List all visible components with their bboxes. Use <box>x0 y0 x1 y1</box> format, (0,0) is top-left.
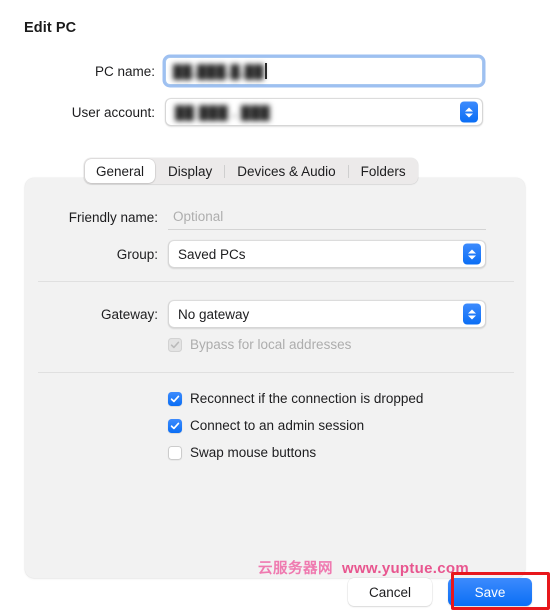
pc-name-value: ██.███.█.██ <box>173 63 265 79</box>
friendly-name-input[interactable] <box>168 205 486 230</box>
bypass-local-addresses-label: Bypass for local addresses <box>190 337 352 352</box>
tab-devices-audio[interactable]: Devices & Audio <box>225 158 347 184</box>
swap-mouse-buttons-checkbox-row[interactable]: Swap mouse buttons <box>168 445 316 460</box>
admin-session-label: Connect to an admin session <box>190 418 365 433</box>
page-title: Edit PC <box>24 20 77 36</box>
checkbox-unchecked-icon[interactable] <box>168 445 182 460</box>
pc-name-label: PC name: <box>94 63 155 79</box>
edit-pc-dialog: Edit PC PC name: ██.███.█.██ User accoun… <box>0 0 550 610</box>
pc-name-input[interactable]: ██.███.█.██ <box>165 57 483 85</box>
tab-folders[interactable]: Folders <box>349 158 418 184</box>
user-account-value: ██ ███ . ███ <box>175 104 271 120</box>
group-select[interactable]: Saved PCs <box>168 240 486 268</box>
friendly-name-row: Friendly name: <box>38 205 486 230</box>
panel-divider <box>38 281 514 282</box>
tab-display-label: Display <box>168 163 213 179</box>
checkbox-checked-icon[interactable] <box>168 391 182 406</box>
gateway-label: Gateway: <box>100 306 158 322</box>
watermark-url: www.yuptue.com <box>342 560 469 577</box>
reconnect-label: Reconnect if the connection is dropped <box>190 391 424 406</box>
tab-devices-audio-label: Devices & Audio <box>237 163 336 179</box>
group-value: Saved PCs <box>178 246 246 262</box>
tab-bar: General Display Devices & Audio Folders <box>84 158 418 184</box>
checkbox-checked-disabled-icon[interactable] <box>168 337 182 352</box>
admin-session-checkbox-row[interactable]: Connect to an admin session <box>168 418 364 433</box>
panel-divider <box>38 372 514 373</box>
tab-general[interactable]: General <box>85 159 156 183</box>
reconnect-checkbox-row[interactable]: Reconnect if the connection is dropped <box>168 391 423 406</box>
chevron-updown-icon[interactable] <box>460 101 478 123</box>
friendly-name-label: Friendly name: <box>68 210 158 225</box>
dialog-footer: Cancel Save <box>0 578 550 610</box>
tab-folders-label: Folders <box>360 163 406 179</box>
gateway-select[interactable]: No gateway <box>168 300 486 328</box>
user-account-select[interactable]: ██ ███ . ███ <box>165 98 483 126</box>
gateway-row: Gateway: No gateway <box>38 300 486 328</box>
watermark: 云服务器网 www.yuptue.com <box>258 557 469 578</box>
cancel-button[interactable]: Cancel <box>348 578 432 606</box>
bypass-local-addresses-checkbox-row[interactable]: Bypass for local addresses <box>168 337 351 352</box>
chevron-updown-icon[interactable] <box>463 303 481 325</box>
watermark-brand: 云服务器网 <box>258 561 333 577</box>
text-caret <box>265 63 267 79</box>
group-row: Group: Saved PCs <box>38 240 486 268</box>
tab-general-label: General <box>96 163 145 179</box>
settings-panel <box>25 178 525 578</box>
pc-name-row: PC name: ██.███.█.██ <box>20 57 483 85</box>
save-button[interactable]: Save <box>448 578 532 606</box>
chevron-updown-icon[interactable] <box>463 243 481 265</box>
gateway-value: No gateway <box>178 306 250 322</box>
user-account-row: User account: ██ ███ . ███ <box>20 98 483 126</box>
tab-display[interactable]: Display <box>156 158 224 184</box>
checkbox-checked-icon[interactable] <box>168 418 182 433</box>
user-account-label: User account: <box>71 104 155 120</box>
swap-mouse-buttons-label: Swap mouse buttons <box>190 445 317 460</box>
group-label: Group: <box>116 246 158 262</box>
